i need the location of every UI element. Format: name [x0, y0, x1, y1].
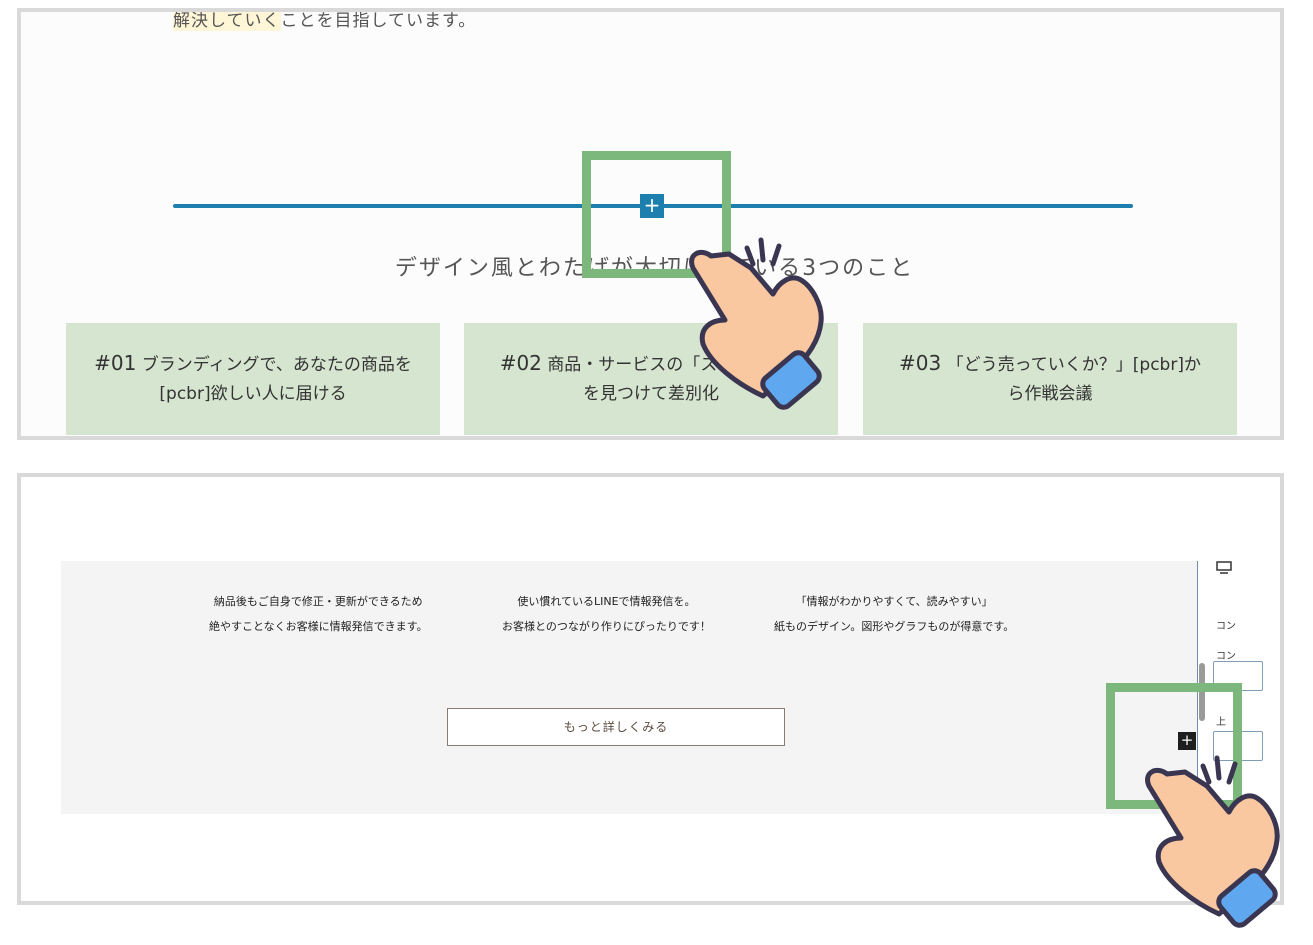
intro-text: 解決していくことを目指しています。: [173, 11, 477, 31]
tap-hand-icon: [689, 237, 824, 410]
feature-text-3: 「情報がわかりやすくて、読みやすい」 紙ものデザイン。図形やグラフものが得意です…: [774, 595, 1015, 633]
feature-card-01[interactable]: #01 ブランディングで、あなたの商品を[pcbr]欲しい人に届ける: [66, 323, 440, 435]
feature-text-1: 納品後もご自身で修正・更新ができるため 絶やすことなくお客様に情報発信できます。: [209, 595, 428, 633]
tap-hand-icon: [1145, 755, 1280, 928]
sidebar-label: コン: [1216, 621, 1236, 632]
desktop-icon[interactable]: [1216, 561, 1232, 574]
editor-panel-top: 解決していくことを目指しています。 + デザイン風とわたげが大切にしている3つの…: [17, 8, 1284, 440]
more-details-button[interactable]: もっと詳しくみる: [447, 708, 785, 746]
editor-panel-bottom: 納品後もご自身で修正・更新ができるため 絶やすことなくお客様に情報発信できます。…: [17, 473, 1284, 905]
services-section: 納品後もご自身で修正・更新ができるため 絶やすことなくお客様に情報発信できます。…: [61, 561, 1241, 814]
feature-text-2: 使い慣れているLINEで情報発信を。 お客様とのつながり作りにぴったりです！: [502, 595, 711, 633]
feature-card-03[interactable]: #03 「どう売っていくか？」[pcbr]から作戦会議: [863, 323, 1237, 435]
sidebar-label: コン: [1216, 651, 1236, 662]
